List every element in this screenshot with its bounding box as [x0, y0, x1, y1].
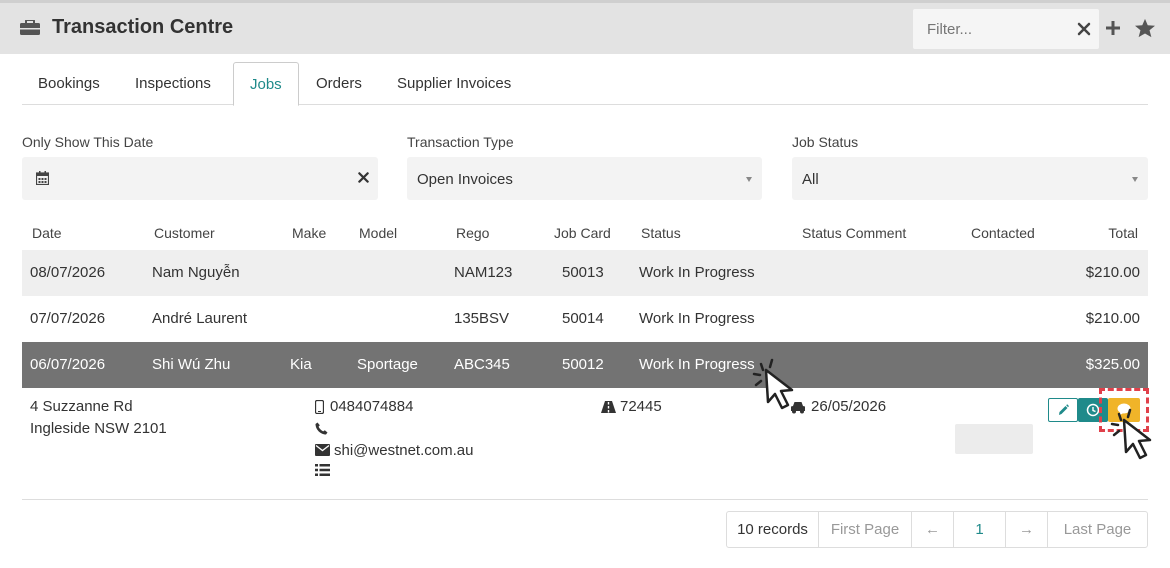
- tab-jobs[interactable]: Jobs: [233, 62, 299, 106]
- first-page-button[interactable]: First Page: [819, 512, 912, 547]
- cell-date: 06/07/2026: [30, 356, 106, 373]
- chevron-down-icon: [746, 177, 752, 182]
- column-header-date[interactable]: Date: [32, 225, 62, 241]
- cell-make: Kia: [290, 356, 312, 373]
- cell-total: $210.00: [1085, 310, 1140, 327]
- envelope-icon: [315, 444, 330, 456]
- table-row[interactable]: 08/07/2026 Nam Nguyễn NAM123 50013 Work …: [22, 250, 1148, 296]
- last-page-button[interactable]: Last Page: [1048, 512, 1147, 547]
- column-header-total[interactable]: Total: [1108, 225, 1138, 241]
- clear-filter-icon[interactable]: [1077, 22, 1091, 36]
- transaction-tabs: Bookings Inspections Jobs Orders Supplie…: [22, 62, 1148, 106]
- clock-icon: [1086, 403, 1100, 417]
- cell-customer: Shi Wú Zhu: [152, 356, 231, 373]
- transaction-type-label: Transaction Type: [407, 134, 514, 150]
- plus-icon[interactable]: [1105, 20, 1121, 36]
- cell-rego: NAM123: [454, 264, 513, 281]
- header-bar: Transaction Centre: [0, 3, 1170, 54]
- tab-orders[interactable]: Orders: [300, 62, 378, 105]
- address-line-1: 4 Suzzanne Rd: [30, 398, 133, 415]
- cell-job-card: 50014: [562, 310, 604, 327]
- tab-supplier-invoices[interactable]: Supplier Invoices: [381, 62, 527, 105]
- tab-bookings[interactable]: Bookings: [22, 62, 116, 105]
- column-header-status[interactable]: Status: [641, 225, 681, 241]
- phone-icon: [315, 422, 328, 435]
- cell-job-card: 50012: [562, 356, 604, 373]
- current-page-button[interactable]: 1: [954, 512, 1006, 547]
- cursor-pointer-icon: [1110, 408, 1152, 460]
- pencil-icon: [1059, 404, 1069, 415]
- edit-button[interactable]: [1048, 398, 1078, 422]
- date-filter-field[interactable]: [22, 157, 378, 200]
- next-page-button[interactable]: →: [1006, 512, 1048, 547]
- job-status-value: All: [802, 171, 819, 188]
- cell-job-card: 50013: [562, 264, 604, 281]
- service-date: 26/05/2026: [811, 398, 887, 415]
- column-header-status-comment[interactable]: Status Comment: [802, 225, 906, 241]
- page-title: Transaction Centre: [52, 16, 234, 38]
- cell-date: 08/07/2026: [30, 264, 106, 281]
- cell-model: Sportage: [357, 356, 418, 373]
- cell-status: Work In Progress: [639, 310, 755, 327]
- table-row[interactable]: 07/07/2026 André Laurent 135BSV 50014 Wo…: [22, 296, 1148, 342]
- odometer-value: 72445: [620, 398, 662, 415]
- cell-customer: André Laurent: [152, 310, 248, 327]
- calendar-icon: [36, 171, 49, 185]
- record-count: 10 records: [727, 512, 819, 547]
- pagination: 10 records First Page ← 1 → Last Page: [726, 511, 1148, 548]
- cursor-pointer-icon: [752, 358, 794, 410]
- column-header-customer[interactable]: Customer: [154, 225, 215, 241]
- job-status-select[interactable]: All: [792, 157, 1148, 200]
- star-icon[interactable]: [1134, 18, 1156, 38]
- clear-date-icon[interactable]: [358, 172, 369, 183]
- tab-inspections[interactable]: Inspections: [119, 62, 227, 105]
- road-icon: [601, 401, 616, 413]
- placeholder-box: [955, 424, 1033, 454]
- chevron-down-icon: [1132, 177, 1138, 182]
- filter-input[interactable]: [913, 9, 1099, 49]
- column-header-job-card[interactable]: Job Card: [554, 225, 611, 241]
- previous-page-button[interactable]: ←: [912, 512, 954, 547]
- cell-rego: ABC345: [454, 356, 510, 373]
- transaction-type-value: Open Invoices: [417, 171, 513, 188]
- table-row-selected[interactable]: 06/07/2026 Shi Wú Zhu Kia Sportage ABC34…: [22, 342, 1148, 388]
- cell-status: Work In Progress: [639, 264, 755, 281]
- column-header-rego[interactable]: Rego: [456, 225, 489, 241]
- cell-total: $325.00: [1085, 356, 1140, 373]
- email-address[interactable]: shi@westnet.com.au: [334, 442, 473, 459]
- cell-total: $210.00: [1085, 264, 1140, 281]
- date-filter-label: Only Show This Date: [22, 134, 154, 150]
- column-header-model[interactable]: Model: [359, 225, 397, 241]
- cell-rego: 135BSV: [454, 310, 510, 327]
- cell-status: Work In Progress: [639, 356, 755, 373]
- filter-box: [913, 9, 1099, 49]
- column-header-contacted[interactable]: Contacted: [971, 225, 1035, 241]
- job-status-label: Job Status: [792, 134, 859, 150]
- mobile-number[interactable]: 0484074884: [330, 398, 413, 415]
- cell-date: 07/07/2026: [30, 310, 106, 327]
- table-header: Date Customer Make Model Rego Job Card S…: [22, 225, 1148, 249]
- transaction-type-select[interactable]: Open Invoices: [407, 157, 762, 200]
- cell-customer: Nam Nguyễn: [152, 264, 240, 281]
- mobile-icon: [315, 400, 324, 414]
- list-icon[interactable]: [315, 464, 330, 476]
- briefcase-icon: [20, 20, 40, 35]
- address-line-2: Ingleside NSW 2101: [30, 420, 167, 437]
- column-header-make[interactable]: Make: [292, 225, 326, 241]
